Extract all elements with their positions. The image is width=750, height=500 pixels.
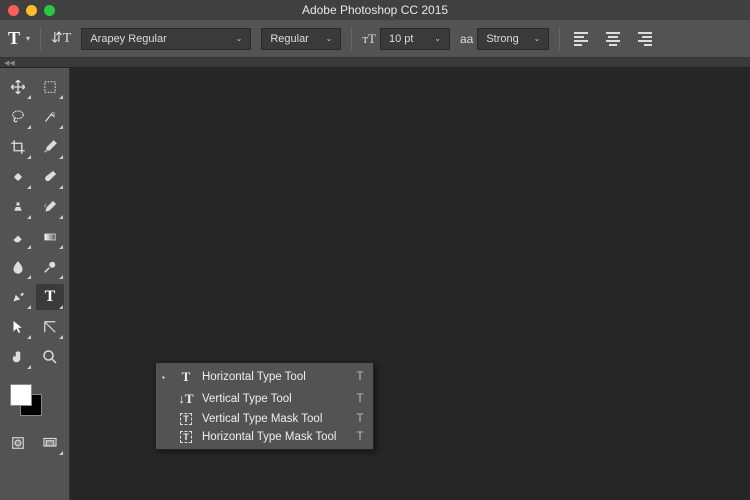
shortcut-key: T (356, 413, 363, 425)
font-family-value: Arapey Regular (90, 33, 166, 45)
chevron-down-icon: ⌄ (326, 34, 333, 43)
flyout-label: Vertical Type Tool (202, 393, 336, 405)
gradient-tool[interactable] (36, 224, 64, 250)
selected-mark-icon: ▪ (162, 373, 170, 382)
history-brush-tool[interactable] (36, 194, 64, 220)
chevron-down-icon: ⌄ (434, 34, 441, 43)
color-swatches[interactable] (4, 384, 65, 420)
antialias-dropdown[interactable]: Strong ⌄ (477, 28, 549, 50)
eraser-tool[interactable] (4, 224, 32, 250)
canvas-area[interactable]: ▪ T Horizontal Type Tool T ↓T Vertical T… (70, 68, 750, 500)
font-size-dropdown[interactable]: 10 pt ⌄ (380, 28, 450, 50)
foreground-color-swatch[interactable] (10, 384, 32, 406)
hand-tool[interactable] (4, 344, 32, 370)
zoom-tool[interactable] (36, 344, 64, 370)
tool-preset-picker[interactable]: T ▾ (8, 28, 30, 49)
eyedropper-tool[interactable] (36, 134, 64, 160)
vertical-type-mask-icon: T (178, 413, 194, 425)
shortcut-key: T (356, 431, 363, 443)
workspace: T ▪ T Horizontal Type Tool T (0, 68, 750, 500)
quick-selection-tool[interactable] (36, 104, 64, 130)
horizontal-type-mask-icon: T (178, 431, 194, 443)
rectangle-tool[interactable] (36, 314, 64, 340)
flyout-item-vertical-type[interactable]: ↓T Vertical Type Tool T (156, 388, 373, 410)
align-right-button[interactable] (634, 28, 656, 50)
font-size-icon: тT (362, 31, 376, 47)
antialias-label: aa (460, 32, 473, 46)
divider (559, 27, 560, 51)
antialias-value: Strong (486, 33, 518, 45)
font-size-value: 10 pt (389, 33, 413, 45)
divider (40, 27, 41, 51)
vertical-type-icon: ↓T (178, 391, 194, 407)
path-selection-tool[interactable] (4, 314, 32, 340)
title-bar: Adobe Photoshop CC 2015 (0, 0, 750, 20)
font-style-value: Regular (270, 33, 309, 45)
pen-tool[interactable] (4, 284, 32, 310)
chevron-down-icon: ▾ (26, 34, 30, 43)
align-left-button[interactable] (570, 28, 592, 50)
text-orientation-toggle[interactable]: ⇵T (51, 30, 71, 47)
window-controls (0, 5, 55, 16)
rectangular-marquee-tool[interactable] (36, 74, 64, 100)
tools-panel: T (0, 68, 70, 500)
horizontal-type-icon: T (178, 369, 194, 385)
clone-stamp-tool[interactable] (4, 194, 32, 220)
crop-tool[interactable] (4, 134, 32, 160)
font-family-dropdown[interactable]: Arapey Regular ⌄ (81, 28, 251, 50)
type-tool[interactable]: T (36, 284, 64, 310)
flyout-item-horizontal-type-mask[interactable]: T Horizontal Type Mask Tool T (156, 428, 373, 446)
font-size-group: тT 10 pt ⌄ (362, 28, 450, 50)
type-tool-flyout: ▪ T Horizontal Type Tool T ↓T Vertical T… (155, 362, 374, 450)
zoom-window-button[interactable] (44, 5, 55, 16)
shortcut-key: T (356, 393, 363, 405)
collapse-arrows-icon[interactable]: ◀◀ (4, 59, 15, 67)
spot-healing-tool[interactable] (4, 164, 32, 190)
options-bar: T ▾ ⇵T Arapey Regular ⌄ Regular ⌄ тT 10 … (0, 20, 750, 58)
move-tool[interactable] (4, 74, 32, 100)
blur-tool[interactable] (4, 254, 32, 280)
brush-tool[interactable] (36, 164, 64, 190)
flyout-label: Horizontal Type Mask Tool (202, 431, 336, 443)
dodge-tool[interactable] (36, 254, 64, 280)
divider (351, 27, 352, 51)
close-window-button[interactable] (8, 5, 19, 16)
chevron-down-icon: ⌄ (236, 34, 243, 43)
flyout-label: Vertical Type Mask Tool (202, 413, 336, 425)
shortcut-key: T (356, 371, 363, 383)
quick-mask-toggle[interactable] (4, 430, 32, 456)
font-style-dropdown[interactable]: Regular ⌄ (261, 28, 341, 50)
flyout-item-vertical-type-mask[interactable]: T Vertical Type Mask Tool T (156, 410, 373, 428)
flyout-item-horizontal-type[interactable]: ▪ T Horizontal Type Tool T (156, 366, 373, 388)
chevron-down-icon: ⌄ (534, 34, 541, 43)
flyout-label: Horizontal Type Tool (202, 371, 336, 383)
app-title: Adobe Photoshop CC 2015 (302, 3, 448, 17)
document-tab-strip: ◀◀ (0, 58, 750, 68)
orientation-icon: ⇵T (51, 30, 71, 47)
minimize-window-button[interactable] (26, 5, 37, 16)
type-tool-icon: T (8, 28, 20, 49)
screen-mode-toggle[interactable] (36, 430, 64, 456)
align-center-button[interactable] (602, 28, 624, 50)
lasso-tool[interactable] (4, 104, 32, 130)
antialias-group: aa Strong ⌄ (460, 28, 549, 50)
